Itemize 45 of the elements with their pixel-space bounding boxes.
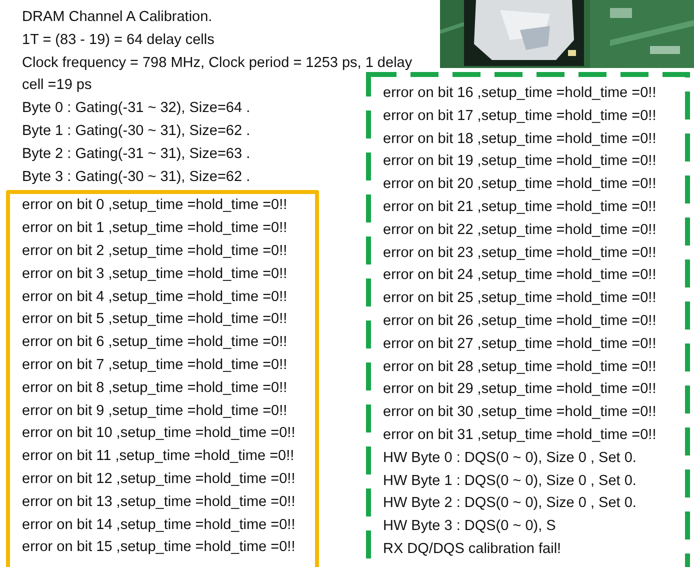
log-line: error on bit 20 ,setup_time =hold_time =0!! [383,175,656,194]
log-line: 1T = (83 - 19) = 64 delay cells [22,30,214,50]
log-line: error on bit 17 ,setup_time =hold_time =0!! [383,106,656,126]
log-line: Byte 0 : Gating(-31 ~ 32), Size=64 . [22,99,250,118]
log-line: error on bit 12 ,setup_time =hold_time =0!! [22,470,296,489]
log-line: error on bit 5 ,setup_time =hold_time =0!! [22,310,288,330]
log-line: DRAM Channel A Calibration. [22,8,212,27]
log-line: error on bit 0 ,setup_time =hold_time =0!! [22,196,288,216]
log-line: error on bit 1 ,setup_time =hold_time =0!! [22,219,288,238]
log-line: Byte 3 : Gating(-30 ~ 31), Size=62 . [22,168,250,187]
log-line: HW Byte 1 : DQS(0 ~ 0), Size 0 , Set 0. [383,472,636,491]
log-line: error on bit 9 ,setup_time =hold_time =0!! [22,402,288,421]
log-line: error on bit 4 ,setup_time =hold_time =0!! [22,288,288,307]
log-line: HW Byte 0 : DQS(0 ~ 0), Size 0 , Set 0. [383,448,636,468]
log-line: error on bit 31 ,setup_time =hold_time =0!! [383,426,656,445]
log-line: error on bit 30 ,setup_time =hold_time =0!! [383,403,656,422]
log-line: Byte 2 : Gating(-31 ~ 31), Size=63 . [22,144,250,164]
log-line: error on bit 11 ,setup_time =hold_time =0!! [22,447,294,466]
log-line: error on bit 18 ,setup_time =hold_time =0!! [383,130,656,149]
log-line: error on bit 23 ,setup_time =hold_time =0!! [383,244,656,263]
log-line: RX DQ/DQS calibration fail! [383,540,562,559]
log-line: error on bit 6 ,setup_time =hold_time =0!! [22,333,288,352]
log-line: error on bit 16 ,setup_time =hold_time =0!! [383,84,656,103]
log-line: error on bit 22 ,setup_time =hold_time =0!! [383,220,656,240]
log-line: cell =19 ps [22,76,92,96]
log-line: error on bit 29 ,setup_time =hold_time =0!! [383,380,656,400]
log-line: Clock frequency = 798 MHz, Clock period = 1253 ps, 1 delay [22,54,412,73]
log-line: HW Byte 3 : DQS(0 ~ 0), S [383,517,556,536]
log-line: error on bit 21 ,setup_time =hold_time =0!! [383,198,656,217]
log-line: error on bit 3 ,setup_time =hold_time =0!! [22,264,288,284]
log-line: error on bit 24 ,setup_time =hold_time =0!! [383,266,656,286]
log-line: error on bit 15 ,setup_time =hold_time =0!! [22,538,296,558]
log-line: HW Byte 2 : DQS(0 ~ 0), Size 0 , Set 0. [383,494,636,514]
log-line: error on bit 26 ,setup_time =hold_time =0!! [383,312,656,331]
log-line: error on bit 27 ,setup_time =hold_time =0!! [383,334,656,354]
log-line: error on bit 8 ,setup_time =hold_time =0!! [22,378,288,398]
log-line: error on bit 10 ,setup_time =hold_time =0!! [22,424,296,444]
log-line: error on bit 25 ,setup_time =hold_time =0!! [383,289,656,308]
log-line: error on bit 19 ,setup_time =hold_time =0!! [383,152,656,172]
log-line: error on bit 2 ,setup_time =hold_time =0!! [22,242,288,261]
log-line: Byte 1 : Gating(-30 ~ 31), Size=62 . [22,122,250,141]
log-line: error on bit 7 ,setup_time =hold_time =0!! [22,356,288,375]
log-line: error on bit 13 ,setup_time =hold_time =0!! [22,492,296,512]
log-line: error on bit 14 ,setup_time =hold_time =0!! [22,516,296,535]
log-line: error on bit 28 ,setup_time =hold_time =0!! [383,358,656,377]
